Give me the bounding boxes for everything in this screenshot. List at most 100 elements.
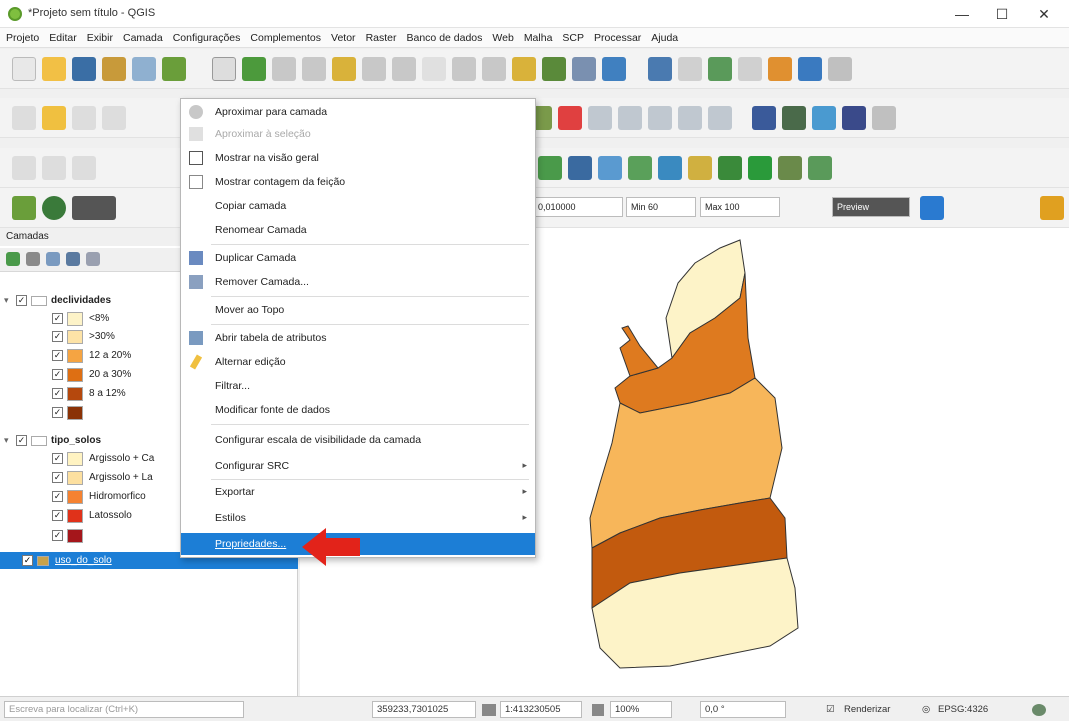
minimize-button[interactable]: — [945,4,979,24]
menu-show-in-overview[interactable]: Mostrar na visão geral [181,147,535,169]
layer-declividades[interactable]: ▾ ✓ declividades [4,292,111,309]
locator-search-input[interactable]: Escreva para localizar (Ctrl+K) [4,701,244,718]
scp-bandset-icon[interactable] [920,196,944,220]
menu-zoom-to-layer[interactable]: Aproximar para camada [181,101,535,123]
add-gpx-icon[interactable] [658,155,682,180]
scp-icon[interactable] [12,195,36,220]
menu-raster[interactable]: Raster [366,32,397,44]
add-wcs-icon[interactable] [748,155,772,180]
legend-item[interactable]: ✓ <8% [52,310,109,327]
label-move-icon[interactable] [648,105,672,130]
new-map-view-icon[interactable] [512,56,536,81]
menu-complementos[interactable]: Complementos [250,32,321,44]
menu-banco-de-dados[interactable]: Banco de dados [407,32,483,44]
layer-uso-do-solo[interactable]: ✓ uso_do_solo [22,552,112,569]
rotation-field[interactable]: 0,0 ° [700,701,786,718]
menu-projeto[interactable]: Projeto [6,32,39,44]
menu-malha[interactable]: Malha [524,32,553,44]
menu-rename-layer[interactable]: Renomear Camada [181,219,535,241]
legend-item[interactable]: ✓ [52,404,89,421]
label-show-icon[interactable] [618,105,642,130]
legend-item[interactable]: ✓ Argissolo + La [52,469,153,486]
pan-to-selection-icon[interactable] [242,56,266,81]
zoom-last-icon[interactable] [452,56,476,81]
add-raster-icon[interactable] [42,155,66,180]
menu-filter[interactable]: Filtrar... [181,375,535,397]
legend-item[interactable]: ✓ Argissolo + Ca [52,450,154,467]
collapse-icon[interactable]: ▾ [4,295,14,306]
add-wms-icon[interactable] [568,155,592,180]
messages-icon[interactable] [1032,704,1046,716]
save-project-icon[interactable] [72,56,96,81]
add-group-icon[interactable] [26,252,40,266]
refresh-icon[interactable] [602,56,626,81]
add-postgis-icon[interactable] [688,155,712,180]
menu-show-feature-count[interactable]: Mostrar contagem da feição [181,171,535,193]
menu-change-data-source[interactable]: Modificar fonte de dados [181,399,535,421]
processing-icon[interactable] [842,105,866,130]
menu-remove-layer[interactable]: Remover Camada... [181,271,535,293]
menu-export[interactable]: Exportar ▸ [181,481,535,503]
menu-toggle-editing[interactable]: Alternar edição [181,351,535,373]
deselect-icon[interactable] [738,56,762,81]
label-change-icon[interactable] [708,105,732,130]
filter-expression-icon[interactable] [86,252,100,266]
maximize-button[interactable]: ☐ [985,4,1019,24]
save-edits-icon[interactable] [72,105,96,130]
legend-item[interactable]: ✓ Hidromorfico [52,488,146,505]
statistics-icon[interactable] [828,56,852,81]
layer-checkbox[interactable]: ✓ [16,435,27,446]
add-oracle-icon[interactable] [718,155,742,180]
zoom-in-icon[interactable] [272,56,296,81]
close-button[interactable]: ✕ [1027,4,1061,24]
crs-button[interactable]: EPSG:4326 [938,704,988,715]
menu-set-crs[interactable]: Configurar SRC ▸ [181,455,535,477]
menu-processar[interactable]: Processar [594,32,641,44]
action-icon[interactable] [678,56,702,81]
layer-checkbox[interactable]: ✓ [22,555,33,566]
scp-preview-button[interactable]: Preview [832,197,910,217]
menu-copy-layer[interactable]: Copiar camada [181,195,535,217]
select-features-icon[interactable] [708,56,732,81]
current-edits-icon[interactable] [12,105,36,130]
python-icon[interactable] [812,105,836,130]
toolbox-icon[interactable] [872,105,896,130]
pan-icon[interactable] [212,56,236,81]
menu-camada[interactable]: Camada [123,32,163,44]
legend-item[interactable]: ✓ 20 a 30% [52,366,131,383]
scp-more-icon[interactable] [1040,196,1064,220]
database-icon[interactable] [752,105,776,130]
print-layout-icon[interactable] [132,56,156,81]
menu-editar[interactable]: Editar [49,32,76,44]
plugin-icon[interactable] [782,105,806,130]
manage-visibility-icon[interactable] [46,252,60,266]
menu-open-attribute-table[interactable]: Abrir tabela de atributos [181,327,535,349]
add-wfs-icon[interactable] [598,155,622,180]
legend-item[interactable]: ✓ [52,527,89,544]
zoom-native-icon[interactable] [422,56,446,81]
magnifier-field[interactable]: 100% [610,701,672,718]
legend-item[interactable]: ✓ 8 a 12% [52,385,126,402]
open-styling-icon[interactable] [6,252,20,266]
menu-duplicate-layer[interactable]: Duplicar Camada [181,247,535,269]
layer-tipo-solos[interactable]: ▾ ✓ tipo_solos [4,432,101,449]
add-vector-icon[interactable] [12,155,36,180]
new-layer-icon[interactable] [538,155,562,180]
menu-vetor[interactable]: Vetor [331,32,356,44]
toggle-editing-icon[interactable] [42,105,66,130]
menu-move-to-top[interactable]: Mover ao Topo [181,299,535,321]
collapse-icon[interactable]: ▾ [4,435,14,446]
menu-zoom-to-selection[interactable]: Aproximar à seleção [181,123,535,145]
scp-threshold-field[interactable]: 0,010000 [533,197,623,217]
legend-item[interactable]: ✓ >30% [52,328,115,345]
filter-legend-icon[interactable] [66,252,80,266]
zoom-layer-icon[interactable] [362,56,386,81]
scp-zoom-icon[interactable] [42,195,66,220]
layer-checkbox[interactable]: ✓ [16,295,27,306]
identify-icon[interactable] [648,56,672,81]
menu-set-scale-visibility[interactable]: Configurar escala de visibilidade da cam… [181,429,535,451]
scale-field[interactable]: 1:413230505 [500,701,582,718]
zoom-out-icon[interactable] [302,56,326,81]
add-feature-icon[interactable] [102,105,126,130]
add-csv-icon[interactable] [72,155,96,180]
